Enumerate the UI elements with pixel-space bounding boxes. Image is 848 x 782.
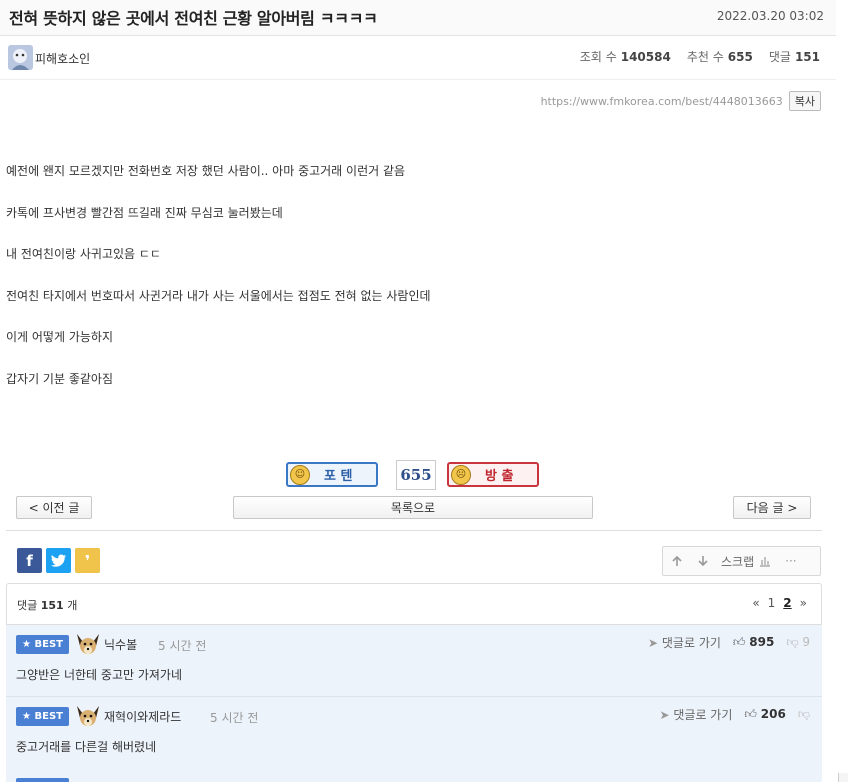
dislike-count: 9: [802, 635, 810, 649]
views-label: 조회 수: [579, 50, 617, 64]
prev-post-button[interactable]: < 이전 글: [16, 496, 92, 519]
vote-area: ☺ 포 텐 655 ☹ 방 출: [0, 460, 836, 490]
list-button[interactable]: 목록으로: [233, 496, 593, 519]
thumbs-down-icon: 👎︎: [786, 635, 799, 649]
url-row: https://www.fmkorea.com/best/4448013663 …: [541, 91, 821, 111]
scroll-up-icon[interactable]: [671, 555, 683, 567]
comment-text: 중고거래를 다른걸 해버렸네: [16, 740, 157, 754]
vote-down-button[interactable]: ☹ 방 출: [447, 462, 539, 487]
comment-actions: ➤ 댓글로 가기 👍︎ 206 👎︎: [659, 706, 810, 723]
pager-first[interactable]: «: [752, 596, 759, 610]
comment-count-suffix: 개: [67, 599, 78, 612]
comments-stat: 댓글 151: [769, 48, 820, 65]
comment-time: 5 시간 전: [210, 711, 259, 725]
comment-text: 그양반은 너한테 중고만 가져가네: [16, 668, 183, 682]
thumbs-up-icon: 👍︎: [732, 635, 746, 649]
thumbs-up-icon: 👍︎: [744, 707, 757, 721]
post-date: 2022.03.20 03:02: [716, 9, 824, 23]
comments-count: 151: [794, 50, 820, 64]
dog-avatar-icon: [77, 634, 99, 654]
vote-up-button[interactable]: ☺ 포 텐: [286, 462, 378, 487]
scrollbar[interactable]: [838, 773, 848, 782]
scrap-button[interactable]: 스크랩: [721, 553, 754, 570]
arrow-icon: ➤: [648, 636, 659, 650]
avatar-image-icon: [8, 45, 33, 70]
commenter-avatar[interactable]: [75, 704, 101, 728]
body-line: 갑자기 기분 좋같아짐: [6, 371, 113, 386]
copy-url-button[interactable]: 복사: [788, 91, 821, 111]
angry-face-icon: ☹: [451, 464, 471, 485]
vote-count: 655: [396, 460, 436, 490]
commenter-name[interactable]: 닉수볼: [104, 636, 137, 653]
dog-avatar-icon: [77, 706, 99, 726]
comment-count-label: 댓글: [17, 599, 38, 612]
comment-actions: ➤ 댓글로 가기 👍︎ 895 👎︎ 9: [648, 634, 810, 651]
share-row: f ❜: [17, 548, 100, 573]
comment-pager: « 1 2 »: [752, 596, 807, 610]
author-avatar[interactable]: [8, 45, 33, 70]
comments-label: 댓글: [768, 50, 791, 64]
comment-count-value: 151: [40, 599, 64, 612]
comment-item: ★ BEST 닉수볼 5 시간 전 ➤ 댓글로 가기 👍︎ 895 👎︎ 9 그…: [6, 625, 822, 697]
like-button[interactable]: 👍︎ 895: [733, 635, 774, 650]
post-title: 전혀 뜻하지 않은 곳에서 전여친 근황 알아버림 ㅋㅋㅋㅋ: [9, 9, 378, 28]
comment-item: ★ BEST 재혁이와제라드 5 시간 전 ➤ 댓글로 가기 👍︎ 206 👎︎…: [6, 697, 822, 769]
bar-chart-icon[interactable]: [759, 555, 771, 567]
body-line: 예전에 왠지 모르겠지만 전화번호 저장 했던 사람이.. 아마 중고거래 이런…: [6, 164, 406, 178]
arrow-icon: ➤: [659, 708, 670, 722]
comment-header: 댓글 151 개 « 1 2 »: [6, 583, 822, 625]
best-badge: ★ BEST: [16, 635, 69, 654]
pager-page-1[interactable]: 1: [768, 596, 776, 610]
body-line: 카톡에 프사변경 빨간점 뜨길래 진짜 무심코 눌러봤는데: [6, 205, 283, 220]
recommend-count: 655: [727, 50, 753, 64]
facebook-share-icon[interactable]: f: [17, 548, 42, 573]
commenter-name[interactable]: 재혁이와제라드: [104, 708, 181, 725]
tool-box: 스크랩 ···: [662, 546, 821, 576]
comment-item-partial: [6, 768, 822, 782]
vote-down-label: 방 출: [485, 469, 514, 484]
views-stat: 조회 수 140584: [580, 48, 671, 65]
reply-link[interactable]: ➤ 댓글로 가기: [648, 634, 721, 651]
like-button[interactable]: 👍︎ 206: [744, 707, 785, 722]
thumbs-down-icon: 👎︎: [797, 707, 810, 721]
commenter-avatar[interactable]: [75, 632, 101, 656]
post-url[interactable]: https://www.fmkorea.com/best/4448013663: [541, 95, 783, 108]
comment-time: 5 시간 전: [158, 639, 207, 653]
post-body: 예전에 왠지 모르겠지만 전화번호 저장 했던 사람이.. 아마 중고거래 이런…: [6, 163, 826, 412]
body-line: 내 전여친이랑 사귀고있음 ㄷㄷ: [6, 247, 161, 261]
thumb-face-icon: ☺: [290, 464, 310, 485]
body-line: 이게 어떻게 가능하지: [6, 330, 113, 344]
author-name[interactable]: 피해호소인: [35, 50, 90, 67]
pager-last[interactable]: »: [800, 596, 807, 610]
next-post-button[interactable]: 다음 글 >: [733, 496, 811, 519]
scroll-down-icon[interactable]: [697, 555, 709, 567]
kakao-share-icon[interactable]: ❜: [75, 548, 100, 573]
dislike-button[interactable]: 👎︎: [798, 707, 810, 722]
divider: [6, 530, 822, 531]
post-stats: 조회 수 140584 추천 수 655 댓글 151: [580, 48, 820, 65]
like-count: 895: [749, 635, 775, 649]
recommend-label: 추천 수: [686, 50, 724, 64]
recommend-stat: 추천 수 655: [687, 48, 753, 65]
reply-link[interactable]: ➤ 댓글로 가기: [659, 706, 732, 723]
dislike-button[interactable]: 👎︎ 9: [786, 635, 810, 650]
comment-count: 댓글 151 개: [17, 597, 77, 613]
best-badge-partial: [16, 778, 69, 782]
twitter-bird-icon: [50, 554, 66, 567]
like-count: 206: [760, 707, 786, 721]
vote-up-label: 포 텐: [324, 469, 353, 484]
pager-page-2[interactable]: 2: [783, 596, 791, 610]
views-count: 140584: [620, 50, 671, 64]
post-header: 전혀 뜻하지 않은 곳에서 전여친 근황 알아버림 ㅋㅋㅋㅋ 2022.03.2…: [0, 0, 836, 36]
best-badge: ★ BEST: [16, 707, 69, 726]
twitter-share-icon[interactable]: [46, 548, 71, 573]
post-meta: 피해호소인 조회 수 140584 추천 수 655 댓글 151: [0, 36, 836, 80]
body-line: 전여친 타지에서 번호따서 사귄거라 내가 사는 서울에서는 접점도 전혀 없는…: [6, 288, 431, 303]
more-button[interactable]: ···: [785, 554, 796, 568]
